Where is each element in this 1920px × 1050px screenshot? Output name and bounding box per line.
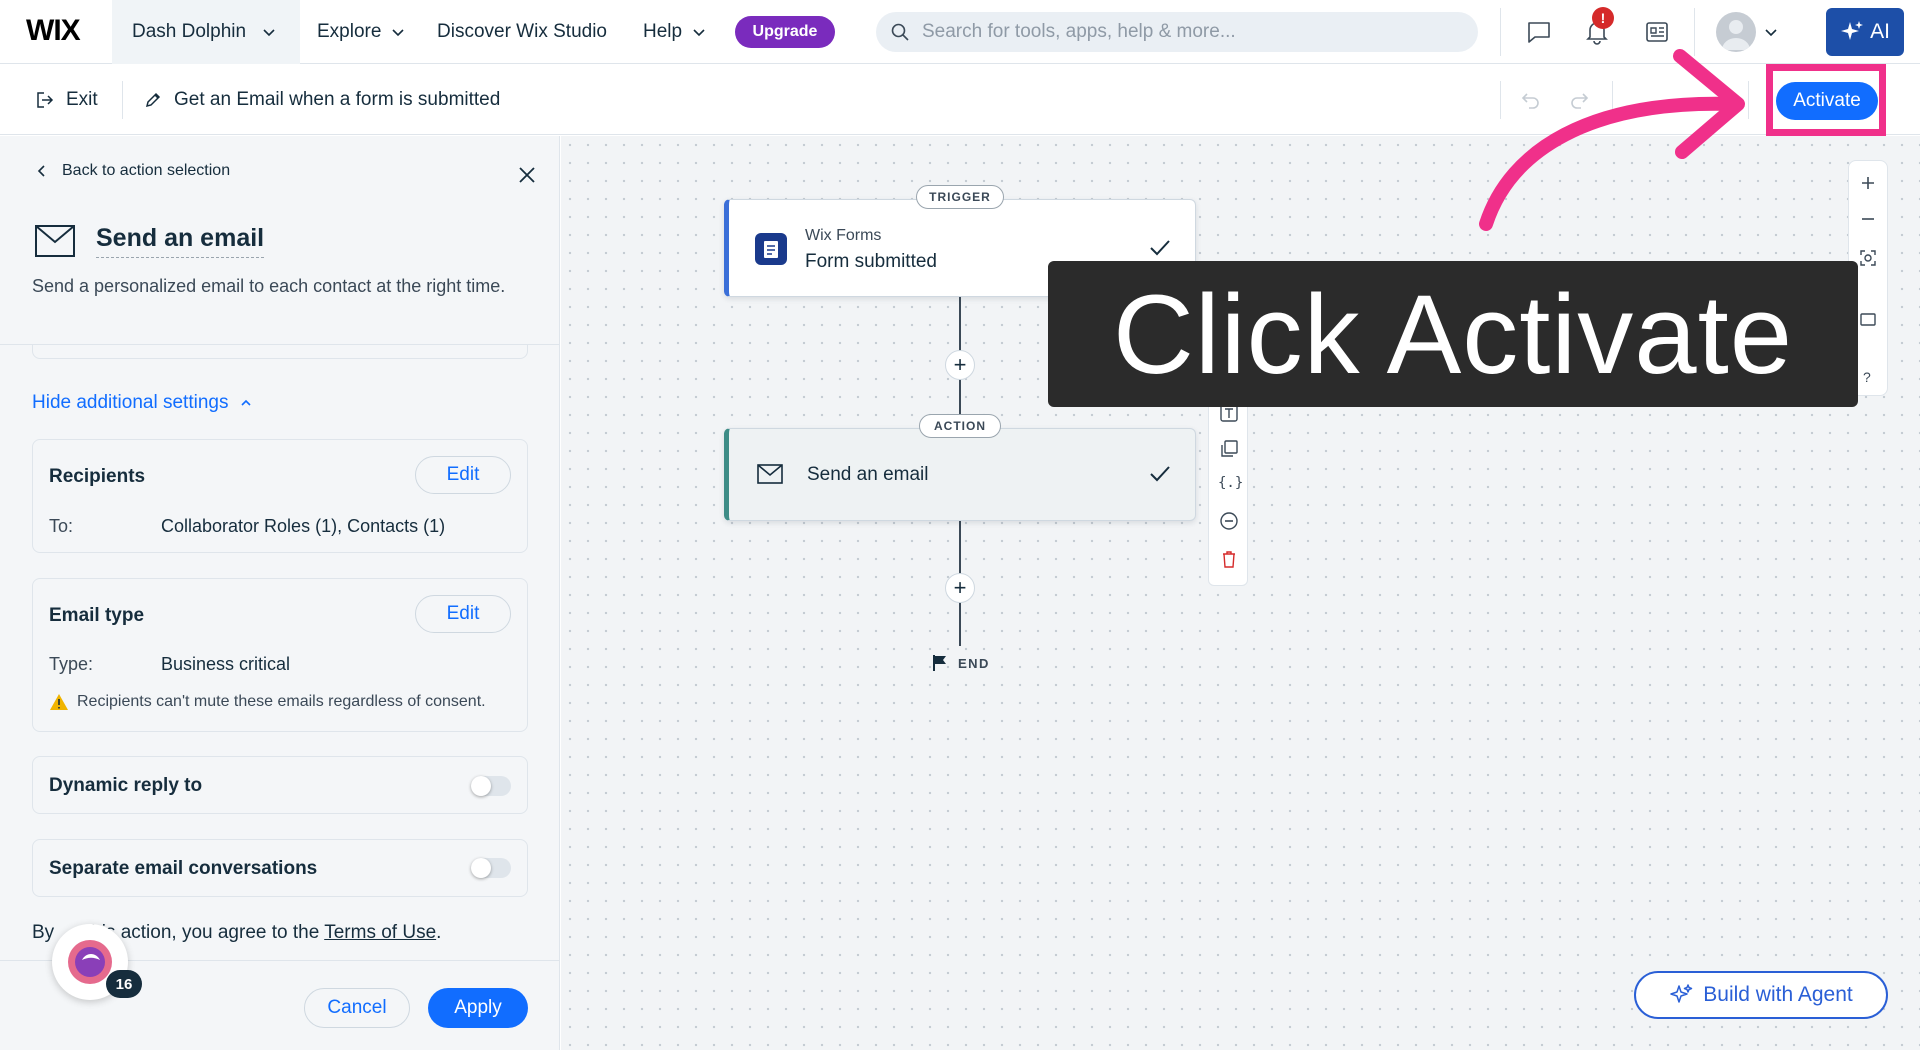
tutorial-caption: Click Activate: [1048, 261, 1858, 407]
search-placeholder: Search for tools, apps, help & more...: [922, 21, 1236, 42]
separate-conversations-toggle[interactable]: [471, 858, 511, 878]
action-settings-panel: Back to action selection Send an email S…: [0, 136, 560, 1050]
exit-icon: [36, 91, 54, 109]
terms-of-use-link[interactable]: Terms of Use: [324, 922, 436, 943]
nav-discover-label: Discover Wix Studio: [437, 21, 607, 42]
site-name: Dash Dolphin: [132, 21, 247, 42]
cancel-button[interactable]: Cancel: [304, 988, 410, 1028]
dynamic-reply-card: Dynamic reply to: [32, 756, 528, 814]
checkmark-icon: [1149, 464, 1171, 484]
fit-to-screen-icon[interactable]: [1859, 249, 1877, 267]
nav-help[interactable]: Help: [643, 0, 706, 64]
dynamic-reply-label: Dynamic reply to: [49, 775, 203, 796]
hide-settings-label: Hide additional settings: [32, 392, 229, 413]
divider: [122, 81, 123, 119]
hide-additional-settings-link[interactable]: Hide additional settings: [32, 392, 252, 414]
email-type-title: Email type: [49, 605, 145, 626]
activate-highlight-box: [1766, 64, 1886, 136]
close-icon[interactable]: [518, 166, 536, 184]
sparkle-icon: [1840, 20, 1864, 44]
envelope-icon: [34, 224, 76, 258]
nav-help-label: Help: [643, 21, 683, 42]
warning-text: Recipients can't mute these emails regar…: [77, 693, 486, 710]
trash-icon[interactable]: [1219, 549, 1239, 569]
action-pill: ACTION: [919, 414, 1001, 438]
end-marker: END: [932, 654, 990, 672]
chevron-left-icon: [36, 164, 46, 178]
exit-label: Exit: [66, 89, 98, 110]
back-to-action-selection[interactable]: Back to action selection: [36, 162, 230, 180]
to-key: To:: [49, 516, 74, 536]
disable-icon[interactable]: [1219, 511, 1239, 531]
apply-button[interactable]: Apply: [428, 988, 528, 1028]
duplicate-icon[interactable]: [1219, 439, 1239, 459]
type-key: Type:: [49, 654, 94, 674]
ai-label: AI: [1870, 20, 1890, 43]
chevron-up-icon: [240, 397, 252, 409]
nav-discover-wix-studio[interactable]: Discover Wix Studio: [437, 0, 607, 64]
automation-name[interactable]: Get an Email when a form is submitted: [144, 65, 500, 135]
to-value: Collaborator Roles (1), Contacts (1): [161, 516, 446, 536]
recipients-edit-button[interactable]: Edit: [415, 456, 511, 494]
type-value: Business critical: [161, 654, 291, 674]
sparkle-icon: [1669, 983, 1693, 1007]
variables-icon[interactable]: {.}: [1218, 475, 1243, 491]
recipients-card: Recipients Edit To: Collaborator Roles (…: [32, 439, 528, 553]
search-input[interactable]: Search for tools, apps, help & more...: [876, 12, 1478, 52]
help-icon[interactable]: ?: [1863, 369, 1871, 385]
separate-conversations-card: Separate email conversations: [32, 839, 528, 897]
action-node-name: Send an email: [807, 464, 929, 485]
chevron-down-icon: [692, 25, 706, 39]
wix-logo[interactable]: WIX: [26, 14, 81, 48]
forms-app-icon: [755, 233, 787, 265]
node-toolstrip: {.}: [1208, 392, 1248, 586]
chevron-down-icon: [262, 25, 276, 39]
zoom-out-icon[interactable]: [1860, 211, 1876, 227]
end-label: END: [958, 655, 990, 671]
email-type-card: Email type Edit Type: Business critical …: [32, 578, 528, 732]
trigger-pill: TRIGGER: [916, 185, 1004, 209]
nav-explore-label: Explore: [317, 21, 382, 42]
automation-name-label: Get an Email when a form is submitted: [174, 89, 501, 110]
action-node[interactable]: Send an email: [724, 428, 1196, 521]
chevron-down-icon[interactable]: [1764, 25, 1778, 39]
dynamic-reply-toggle[interactable]: [471, 776, 511, 796]
pencil-icon: [144, 91, 162, 109]
add-step-button[interactable]: +: [945, 350, 975, 380]
build-with-agent-button[interactable]: Build with Agent: [1634, 971, 1888, 1019]
build-with-agent-label: Build with Agent: [1703, 983, 1853, 1006]
recipients-title: Recipients: [49, 466, 146, 487]
exit-button[interactable]: Exit: [36, 65, 98, 135]
chevron-down-icon: [391, 25, 405, 39]
ai-button[interactable]: AI: [1826, 8, 1904, 56]
back-label: Back to action selection: [62, 162, 231, 179]
checkmark-icon: [1149, 238, 1171, 258]
add-step-button[interactable]: +: [945, 573, 975, 603]
zoom-in-icon[interactable]: [1860, 175, 1876, 191]
action-title: Send an email: [96, 224, 265, 258]
pointer-arrow-icon: [1479, 49, 1745, 231]
envelope-icon: [757, 464, 783, 484]
warning-icon: [49, 693, 69, 711]
nav-explore[interactable]: Explore: [317, 0, 405, 64]
email-type-edit-button[interactable]: Edit: [415, 595, 511, 633]
trigger-app-name: Wix Forms: [805, 227, 882, 244]
upgrade-button[interactable]: Upgrade: [735, 16, 835, 48]
minimap-icon[interactable]: [1859, 311, 1877, 329]
terms-suffix: .: [436, 922, 442, 943]
trigger-event: Form submitted: [805, 251, 937, 272]
consent-warning: Recipients can't mute these emails regar…: [49, 693, 486, 711]
flag-icon: [932, 654, 948, 672]
search-icon: [890, 22, 910, 42]
action-description: Send a personalized email to each contac…: [32, 276, 506, 296]
separate-conversations-label: Separate email conversations: [49, 858, 318, 879]
site-selector[interactable]: Dash Dolphin: [112, 0, 300, 64]
notification-badge: !: [1592, 7, 1614, 29]
assistant-count-badge: 16: [106, 970, 142, 998]
